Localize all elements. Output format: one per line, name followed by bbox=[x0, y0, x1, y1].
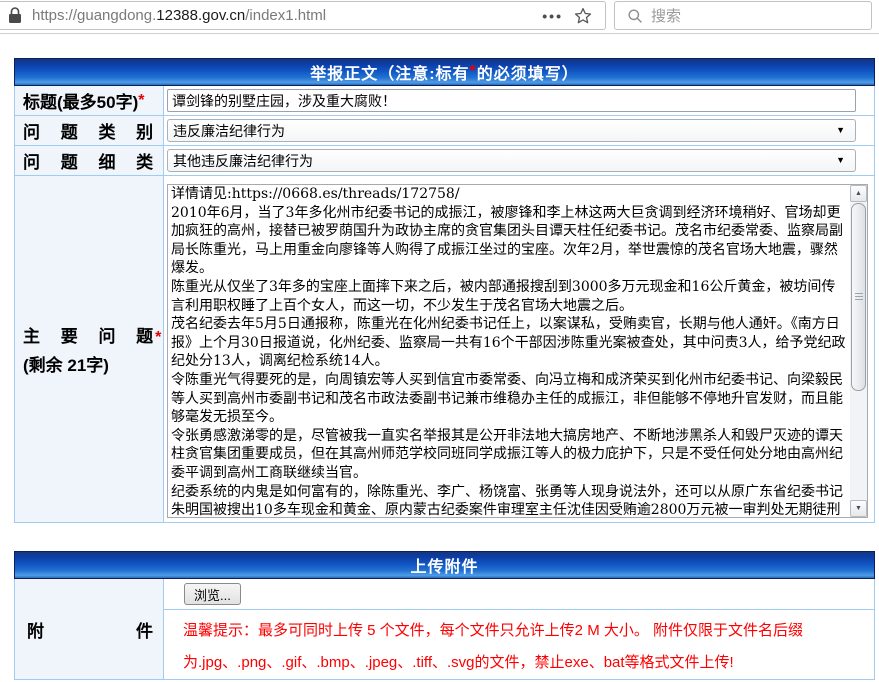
upload-tip-row: 温馨提示：最多可同时上传 5 个文件，每个文件只允许上传2 M 大小。 附件仅限… bbox=[164, 610, 874, 679]
category-content-cell: 违反廉洁纪律行为 ▼ bbox=[164, 116, 874, 145]
attachment-label: 件 bbox=[136, 617, 153, 642]
title-label-cell: 标题(最多50字)* bbox=[15, 86, 164, 115]
url-domain: 12388.gov.cn bbox=[156, 7, 245, 24]
bookmark-star-icon[interactable] bbox=[573, 6, 593, 26]
browser-toolbar: https://guangdong.12388.gov.cn/index1.ht… bbox=[0, 0, 879, 34]
lock-icon bbox=[8, 7, 22, 24]
main-issue-row: 主 要 问 题* (剩余 21字) 详情请见:https://0668.es/t… bbox=[15, 176, 874, 522]
main-issue-label-cell: 主 要 问 题* (剩余 21字) bbox=[15, 176, 164, 522]
title-label: 标题(最多50字) bbox=[15, 88, 138, 113]
report-form-header: 举报正文（注意:标有 * 的必须填写） bbox=[14, 58, 875, 86]
file-picker-row: 浏览... bbox=[164, 579, 874, 610]
title-content-cell bbox=[164, 86, 874, 115]
category-select[interactable]: 违反廉洁纪律行为 bbox=[167, 119, 856, 142]
category-label-cell: 问 题 类 别 bbox=[15, 116, 164, 145]
main-issue-textarea[interactable]: 详情请见:https://0668.es/threads/172758/ 201… bbox=[168, 185, 850, 517]
scroll-down-icon[interactable]: ▼ bbox=[850, 500, 867, 517]
report-form: 举报正文（注意:标有 * 的必须填写） 标题(最多50字)* 问 题 类 别 违… bbox=[14, 58, 875, 523]
attachment-form-body: 附 件 浏览... 温馨提示：最多可同时上传 5 个文件，每个文件只允许上传2 … bbox=[14, 579, 875, 680]
main-issue-content-cell: 详情请见:https://0668.es/threads/172758/ 201… bbox=[164, 176, 874, 522]
subcategory-label-cell: 问 题 细 类 bbox=[15, 146, 164, 175]
upload-tip-text: 温馨提示：最多可同时上传 5 个文件，每个文件只允许上传2 M 大小。 附件仅限… bbox=[183, 622, 803, 671]
subcategory-content-cell: 其他违反廉洁纪律行为 ▼ bbox=[164, 146, 874, 175]
required-star: * bbox=[155, 329, 161, 347]
header-text: 举报正文（注意:标有 bbox=[310, 60, 469, 84]
subcategory-label: 问 题 细 类 bbox=[15, 148, 153, 173]
header-text: 的必须填写） bbox=[477, 60, 579, 84]
category-label: 问 题 类 别 bbox=[15, 118, 153, 143]
thumb-grip bbox=[855, 293, 863, 301]
attachment-label-cell: 附 件 bbox=[15, 579, 164, 679]
title-row: 标题(最多50字)* bbox=[15, 86, 874, 116]
chars-remaining: (剩余 21字) bbox=[15, 351, 109, 376]
url-text[interactable]: https://guangdong.12388.gov.cn/index1.ht… bbox=[32, 7, 542, 24]
main-issue-textarea-frame: 详情请见:https://0668.es/threads/172758/ 201… bbox=[167, 184, 868, 518]
search-bar[interactable]: 搜索 bbox=[614, 1, 872, 30]
search-icon bbox=[627, 8, 643, 24]
url-scheme: https://guangdong. bbox=[32, 7, 156, 24]
address-bar[interactable]: https://guangdong.12388.gov.cn/index1.ht… bbox=[0, 1, 606, 30]
attachment-form: 上传附件 附 件 浏览... 温馨提示：最多可同时上传 5 个文件，每个文件只允… bbox=[14, 551, 875, 680]
required-star: * bbox=[470, 63, 477, 81]
attachment-label: 附 bbox=[27, 617, 44, 642]
report-form-body: 标题(最多50字)* 问 题 类 别 违反廉洁纪律行为 ▼ 问 题 细 bbox=[14, 86, 875, 523]
category-row: 问 题 类 别 违反廉洁纪律行为 ▼ bbox=[15, 116, 874, 146]
scroll-up-icon[interactable]: ▲ bbox=[850, 185, 867, 202]
attachment-row: 附 件 浏览... 温馨提示：最多可同时上传 5 个文件，每个文件只允许上传2 … bbox=[15, 579, 874, 679]
subcategory-select[interactable]: 其他违反廉洁纪律行为 bbox=[167, 149, 856, 172]
required-star: * bbox=[138, 92, 144, 110]
attachment-form-header: 上传附件 bbox=[14, 551, 875, 579]
browse-button[interactable]: 浏览... bbox=[184, 583, 241, 605]
search-placeholder: 搜索 bbox=[651, 5, 681, 26]
subcategory-row: 问 题 细 类 其他违反廉洁纪律行为 ▼ bbox=[15, 146, 874, 176]
url-path: /index1.html bbox=[245, 7, 326, 24]
attachment-content-cell: 浏览... 温馨提示：最多可同时上传 5 个文件，每个文件只允许上传2 M 大小… bbox=[164, 579, 874, 679]
title-input[interactable] bbox=[167, 89, 856, 112]
scrollbar-thumb[interactable] bbox=[851, 203, 866, 391]
main-issue-label: 主 要 问 题 bbox=[15, 322, 153, 347]
page-actions-icon[interactable]: ••• bbox=[542, 8, 563, 24]
textarea-scrollbar[interactable]: ▲ ▼ bbox=[850, 185, 867, 517]
